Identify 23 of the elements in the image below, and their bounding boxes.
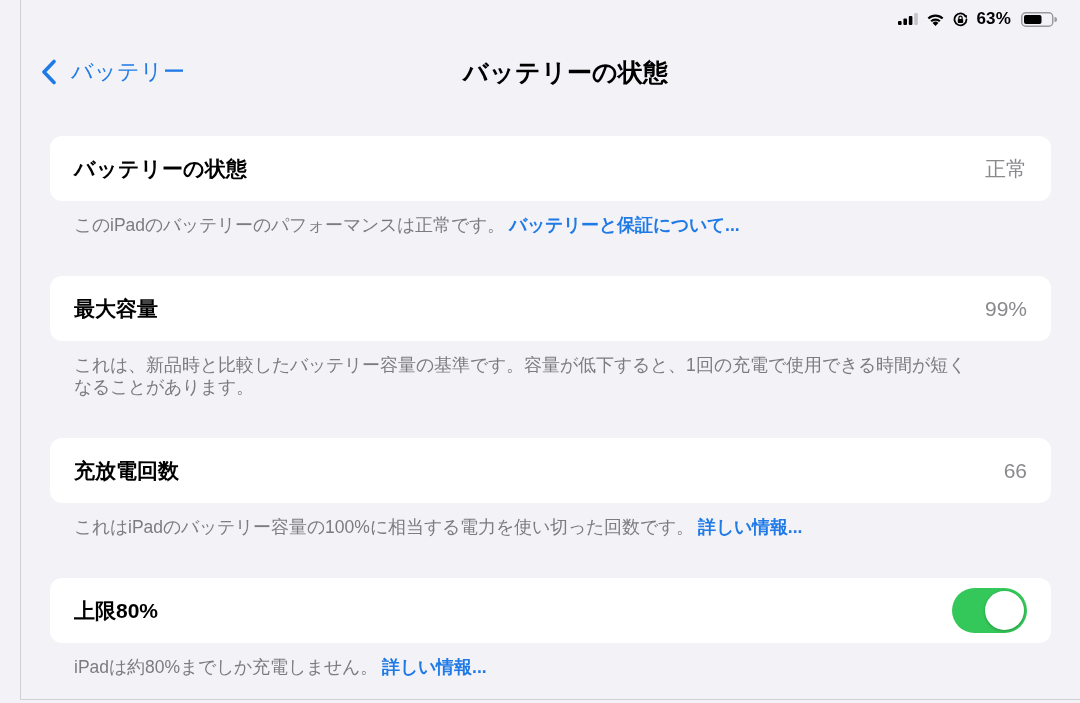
- page-title: バッテリーの状態: [461, 56, 668, 88]
- info-link[interactable]: 詳しい情報...: [697, 517, 803, 537]
- row-value: 正常: [985, 155, 1027, 182]
- row-value: 66: [1003, 458, 1027, 483]
- battery-icon: [1021, 11, 1057, 27]
- wifi-icon: [926, 12, 946, 26]
- row-value: 99%: [984, 296, 1027, 321]
- battery-percentage: 63%: [976, 9, 1011, 29]
- footer-text: これはiPadのバッテリー容量の100%に相当する電力を使い切った回数です。 詳しい情報...: [73, 516, 804, 538]
- row-label: バッテリーの状態: [74, 155, 247, 182]
- info-link[interactable]: 詳しい情報...: [382, 657, 487, 677]
- row-label: 最大容量: [74, 295, 158, 322]
- footer-text: これは、新品時と比較したバッテリー容量の基準です。容量が低下すると、1回の充電で使用できる時間が短くなることがあります。: [73, 354, 967, 398]
- chevron-left-icon: [41, 59, 57, 85]
- row-label: 充放電回数: [74, 457, 179, 484]
- back-button[interactable]: バッテリー: [39, 53, 187, 91]
- row-label: 上限80%: [74, 597, 159, 624]
- signal-icon: [898, 13, 919, 25]
- orientation-lock-icon: [953, 11, 969, 27]
- footer-text: iPadは約80%までしか充電しません。 詳しい情報...: [73, 656, 488, 678]
- toggle-switch[interactable]: [952, 588, 1027, 633]
- info-link[interactable]: バッテリーと保証について...: [509, 215, 740, 235]
- footer-text: このiPadのバッテリーのパフォーマンスは正常です。 バッテリーと保証について...: [73, 214, 741, 236]
